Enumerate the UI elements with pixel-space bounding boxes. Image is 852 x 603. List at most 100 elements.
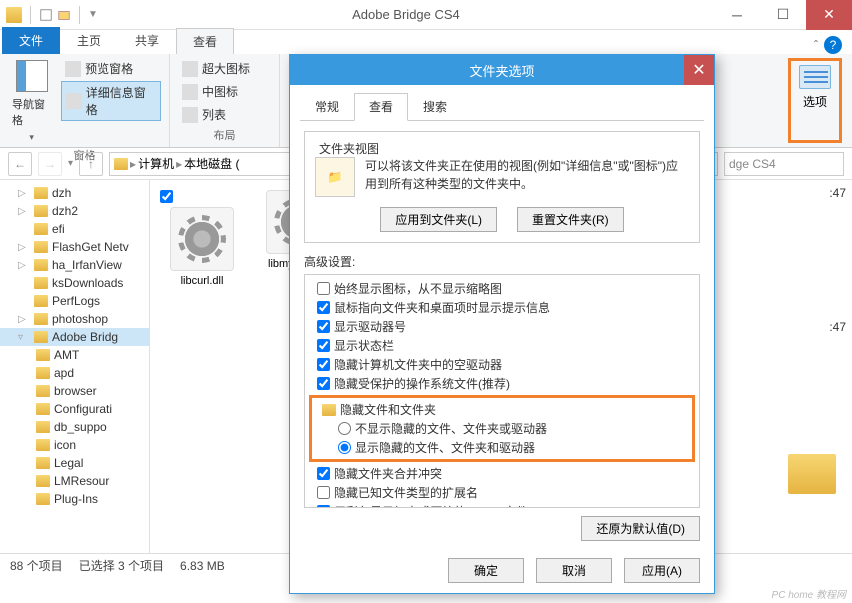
- preview-pane-icon: [65, 61, 81, 77]
- chk-always-icons[interactable]: [317, 282, 330, 295]
- ok-button[interactable]: 确定: [448, 558, 524, 583]
- details-pane-button[interactable]: 详细信息窗格: [61, 81, 161, 121]
- search-box[interactable]: dge CS4: [724, 152, 844, 176]
- folder-view-icon: 📁: [315, 157, 355, 197]
- chk-hide-protected[interactable]: [317, 377, 330, 390]
- chk-status-bar[interactable]: [317, 339, 330, 352]
- tree-item: apd: [0, 364, 149, 382]
- qat-dropdown-icon[interactable]: ▼: [88, 9, 98, 20]
- history-dropdown-icon[interactable]: ▾: [68, 158, 73, 169]
- window-title: Adobe Bridge CS4: [98, 7, 714, 22]
- tree-item: Legal: [0, 454, 149, 472]
- time-label: :47: [829, 320, 846, 334]
- window-titlebar: ▼ Adobe Bridge CS4 ─ ☐ ✕: [0, 0, 852, 30]
- tree-item: ▷dzh: [0, 184, 149, 202]
- advanced-settings-list[interactable]: 始终显示图标，从不显示缩略图 鼠标指向文件夹和桌面项时显示提示信息 显示驱动器号…: [304, 274, 700, 508]
- radio-show-hidden[interactable]: [338, 441, 351, 454]
- breadcrumb-computer[interactable]: 计算机: [138, 155, 174, 172]
- qat-open-icon[interactable]: [57, 8, 71, 22]
- time-label: :47: [829, 186, 846, 200]
- medium-icons-button[interactable]: 中图标: [178, 81, 254, 102]
- status-selected: 已选择 3 个项目: [79, 557, 164, 574]
- options-icon[interactable]: [799, 65, 831, 89]
- nav-pane-label: 导航窗格: [12, 96, 51, 128]
- chk-hide-merge[interactable]: [317, 467, 330, 480]
- ribbon-collapse-icon[interactable]: ˆ: [814, 38, 818, 52]
- dialog-close-button[interactable]: ✕: [684, 55, 714, 85]
- tree-item: Configurati: [0, 400, 149, 418]
- cancel-button[interactable]: 取消: [536, 558, 612, 583]
- chk-hide-ext[interactable]: [317, 486, 330, 499]
- tab-file[interactable]: 文件: [2, 27, 60, 54]
- nav-pane-icon: [16, 60, 48, 92]
- help-icon[interactable]: ?: [824, 36, 842, 54]
- extra-large-icons-button[interactable]: 超大图标: [178, 58, 254, 79]
- minimize-button[interactable]: ─: [714, 0, 760, 30]
- status-items: 88 个项目: [10, 557, 63, 574]
- tab-home[interactable]: 主页: [60, 27, 118, 54]
- tree-item: ▷photoshop: [0, 310, 149, 328]
- dialog-tabs: 常规 查看 搜索: [300, 93, 704, 121]
- back-button[interactable]: ←: [8, 152, 32, 176]
- tab-search[interactable]: 搜索: [408, 93, 462, 120]
- nav-tree[interactable]: ▷dzh ▷dzh2 efi ▷FlashGet Netv ▷ha_IrfanV…: [0, 180, 150, 553]
- close-button[interactable]: ✕: [806, 0, 852, 30]
- tree-item: AMT: [0, 346, 149, 364]
- tree-item: icon: [0, 436, 149, 454]
- breadcrumb-folder-icon: [114, 158, 128, 170]
- file-checkbox[interactable]: [160, 190, 173, 203]
- apply-button[interactable]: 应用(A): [624, 558, 700, 583]
- dialog-footer: 确定 取消 应用(A): [290, 558, 714, 583]
- file-item[interactable]: libcurl.dll: [160, 190, 244, 287]
- up-button[interactable]: ↑: [79, 152, 103, 176]
- folder-view-fieldset: 文件夹视图 📁 可以将该文件夹正在使用的视图(例如"详细信息"或"图标")应用到…: [304, 131, 700, 243]
- folder-preview-icon: [788, 454, 836, 494]
- tree-item: ▷dzh2: [0, 202, 149, 220]
- apply-to-folders-button[interactable]: 应用到文件夹(L): [380, 207, 497, 232]
- tree-item: PerfLogs: [0, 292, 149, 310]
- app-folder-icon: [6, 7, 22, 23]
- chk-drive-letters[interactable]: [317, 320, 330, 333]
- reset-folders-button[interactable]: 重置文件夹(R): [517, 207, 624, 232]
- tree-item: LMResour: [0, 472, 149, 490]
- details-pane-icon: [66, 93, 82, 109]
- layout-group-label: 布局: [178, 125, 271, 143]
- list-view-button[interactable]: 列表: [178, 104, 254, 125]
- maximize-button[interactable]: ☐: [760, 0, 806, 30]
- chk-hide-empty-drives[interactable]: [317, 358, 330, 371]
- hidden-files-highlight: 隐藏文件和文件夹 不显示隐藏的文件、文件夹或驱动器 显示隐藏的文件、文件夹和驱动…: [309, 395, 695, 462]
- options-button-highlight: 选项: [788, 58, 842, 143]
- breadcrumb-disk[interactable]: 本地磁盘 (: [184, 155, 239, 172]
- tree-item: browser: [0, 382, 149, 400]
- tree-item: ▷ha_IrfanView: [0, 256, 149, 274]
- medium-icon: [182, 84, 198, 100]
- preview-pane-button[interactable]: 预览窗格: [61, 58, 161, 79]
- list-icon: [182, 107, 198, 123]
- chk-mouse-tooltip[interactable]: [317, 301, 330, 314]
- tab-view-dlg[interactable]: 查看: [354, 93, 408, 121]
- tab-share[interactable]: 共享: [118, 27, 176, 54]
- restore-defaults-button[interactable]: 还原为默认值(D): [581, 516, 700, 541]
- qat-props-icon[interactable]: [39, 8, 53, 22]
- hidden-files-group: 隐藏文件和文件夹: [340, 401, 436, 418]
- options-label[interactable]: 选项: [803, 93, 827, 110]
- folder-options-dialog: 文件夹选项 ✕ 常规 查看 搜索 文件夹视图 📁 可以将该文件夹正在使用的视图(…: [289, 54, 715, 594]
- ribbon-tabs: 文件 主页 共享 查看 ˆ ?: [0, 30, 852, 54]
- tree-item: db_suppo: [0, 418, 149, 436]
- details-pane: :47 :47: [772, 180, 852, 553]
- tree-item: ▷FlashGet Netv: [0, 238, 149, 256]
- tree-item: ksDownloads: [0, 274, 149, 292]
- radio-dont-show-hidden[interactable]: [338, 422, 351, 435]
- tab-view[interactable]: 查看: [176, 28, 234, 54]
- tree-item-selected: ▿Adobe Bridg: [0, 328, 149, 346]
- dialog-titlebar[interactable]: 文件夹选项 ✕: [290, 55, 714, 85]
- watermark: PC home 教程网: [772, 586, 846, 601]
- forward-button[interactable]: →: [38, 152, 62, 176]
- folder-view-desc: 可以将该文件夹正在使用的视图(例如"详细信息"或"图标")应用到所有这种类型的文…: [365, 157, 689, 197]
- fieldset-legend: 文件夹视图: [315, 140, 383, 157]
- folder-icon: [322, 404, 336, 416]
- nav-pane-button[interactable]: 导航窗格 ▾: [8, 58, 55, 145]
- dialog-title: 文件夹选项: [469, 61, 534, 80]
- chk-ntfs-color[interactable]: [317, 505, 330, 508]
- tab-general[interactable]: 常规: [300, 93, 354, 120]
